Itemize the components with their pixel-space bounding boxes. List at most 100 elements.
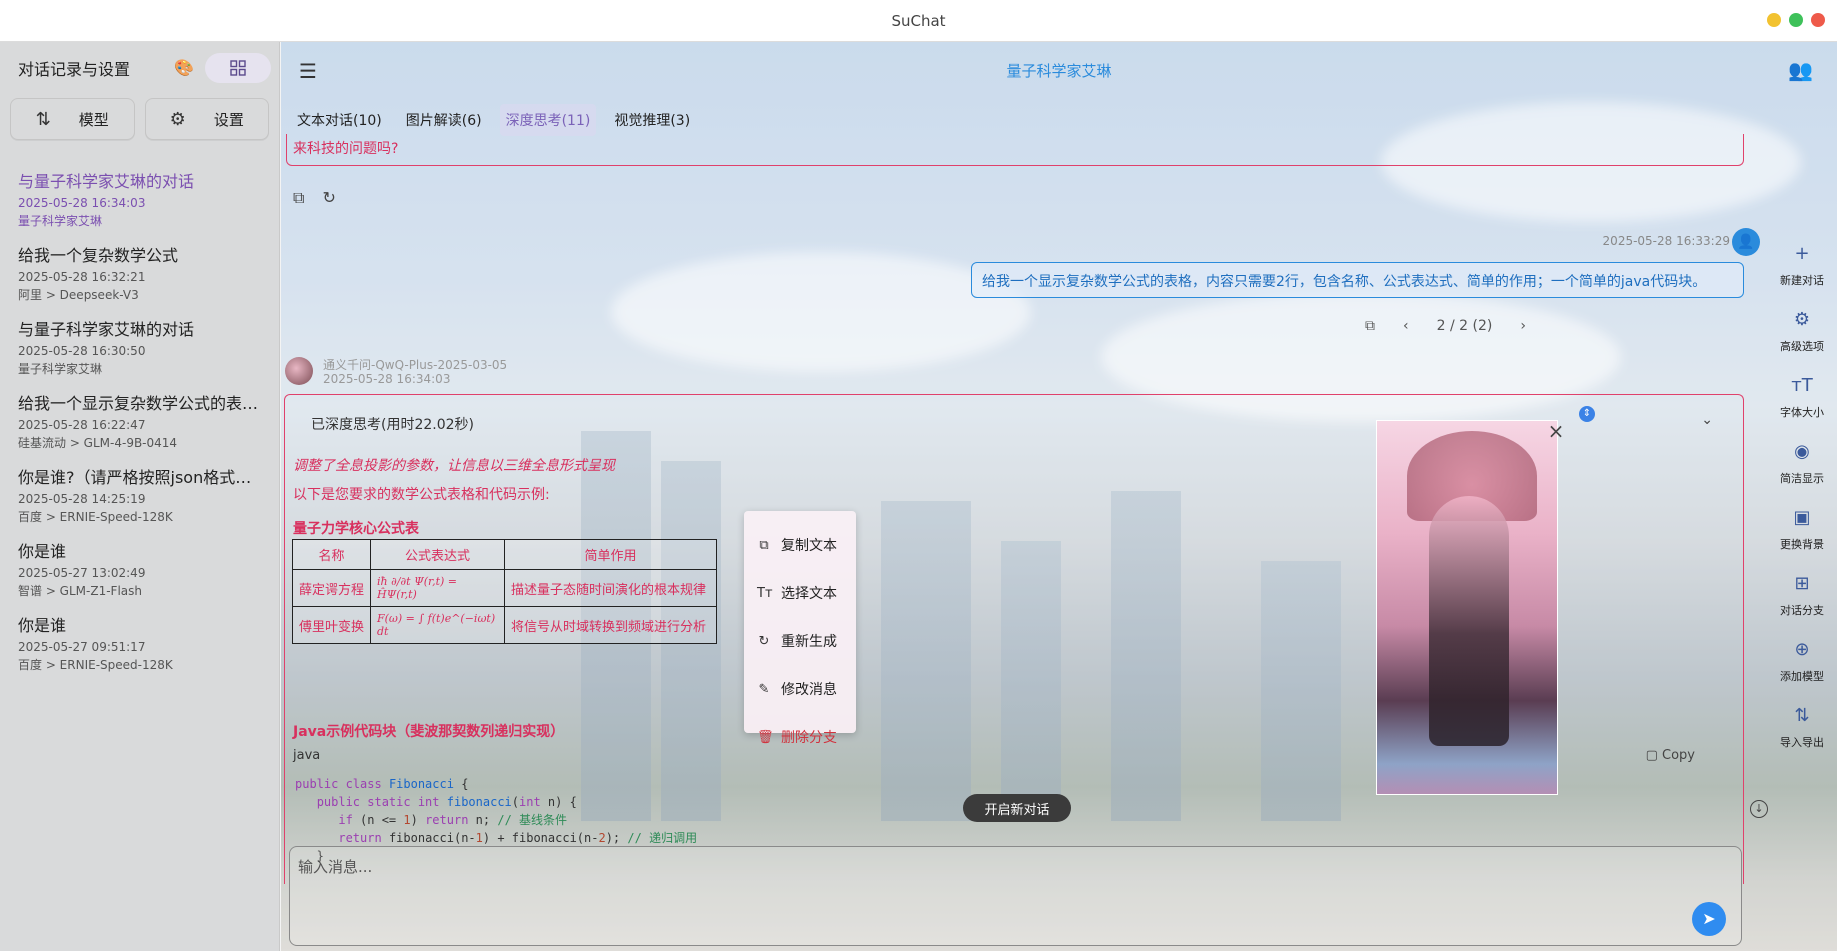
- rail-label: 高级选项: [1780, 340, 1824, 353]
- conversation-item[interactable]: 与量子科学家艾琳的对话 2025-05-28 16:34:03 量子科学家艾琳: [0, 160, 279, 234]
- conversation-time: 2025-05-27 13:02:49: [18, 566, 146, 580]
- conversation-model: 智谱 > GLM-Z1-Flash: [18, 584, 142, 598]
- send-button[interactable]: ➤: [1692, 902, 1726, 936]
- copy-code-label: Copy: [1662, 748, 1695, 763]
- rail-change-background[interactable]: ▣ 更换背景: [1770, 506, 1834, 572]
- grid-view-toggle[interactable]: [205, 53, 271, 83]
- resize-handle-icon[interactable]: ⇕: [1579, 406, 1595, 422]
- refresh-icon: ↻: [758, 633, 770, 649]
- conversation-item[interactable]: 你是谁 2025-05-27 09:51:17 百度 > ERNIE-Speed…: [0, 604, 279, 678]
- copy-icon: ⧉: [759, 537, 769, 553]
- import-export-icon: ⇅: [1794, 705, 1810, 726]
- user-message-bubble[interactable]: 给我一个显示复杂数学公式的表格，内容只需要2行，包含名称、公式表达式、简单的作用…: [971, 262, 1744, 298]
- rail-advanced-options[interactable]: ⚙ 高级选项: [1770, 308, 1834, 374]
- menu-item-regenerate[interactable]: ↻ 重新生成: [744, 617, 856, 665]
- code-section-title: Java示例代码块（斐波那契数列递归实现）: [293, 724, 565, 740]
- menu-item-label: 复制文本: [781, 538, 837, 554]
- settings-button[interactable]: ⚙ 设置: [144, 98, 269, 140]
- menu-item-label: 重新生成: [781, 634, 837, 650]
- conversation-model: 百度 > ERNIE-Speed-128K: [18, 658, 173, 672]
- conversation-item[interactable]: 与量子科学家艾琳的对话 2025-05-28 16:30:50 量子科学家艾琳: [0, 308, 279, 382]
- new-chat-button[interactable]: 开启新对话: [963, 794, 1071, 822]
- formula-table: 名称 公式表达式 简单作用 薛定谔方程 iħ ∂/∂t Ψ(r,t) = ĤΨ(…: [292, 539, 717, 644]
- close-icon[interactable]: ×: [1546, 421, 1566, 442]
- menu-item-select-text[interactable]: Tт 选择文本: [744, 569, 856, 617]
- conversation-item[interactable]: 你是谁 2025-05-27 13:02:49 智谱 > GLM-Z1-Flas…: [0, 530, 279, 604]
- chevron-right-icon[interactable]: ›: [1520, 318, 1526, 334]
- copy-icon[interactable]: ⧉: [293, 188, 304, 208]
- refresh-icon[interactable]: ↻: [322, 188, 335, 208]
- rail-import-export[interactable]: ⇅ 导入导出: [1770, 704, 1834, 770]
- table-header: 名称: [292, 539, 371, 570]
- sidebar: 对话记录与设置 🎨 ⇅ 模型 ⚙ 设置 与量子科学家艾琳的对话 2025-05-…: [0, 42, 280, 951]
- code-language: java: [293, 748, 321, 763]
- sort-icon: ⇅: [35, 108, 51, 130]
- table-header: 公式表达式: [370, 539, 505, 570]
- rail-new-chat[interactable]: + 新建对话: [1770, 242, 1834, 308]
- wallpaper-icon: ▣: [1793, 507, 1811, 528]
- rail-simple-display[interactable]: ◉ 简洁显示: [1770, 440, 1834, 506]
- conversation-time: 2025-05-28 16:22:47: [18, 418, 146, 432]
- people-icon[interactable]: 👥: [1788, 58, 1813, 82]
- formula-cell: F(ω) = ∫ f(t)e^(−iωt) dt: [370, 606, 505, 644]
- rail-font-size[interactable]: тT 字体大小: [1770, 374, 1834, 440]
- user-avatar: 👤: [1732, 228, 1760, 256]
- menu-item-edit-message[interactable]: ✎ 修改消息: [744, 665, 856, 713]
- chevron-down-icon[interactable]: ⌄: [1701, 412, 1713, 428]
- close-button[interactable]: [1811, 13, 1825, 27]
- conversation-title: 给我一个复杂数学公式: [18, 246, 179, 265]
- conversation-list: 与量子科学家艾琳的对话 2025-05-28 16:34:03 量子科学家艾琳 …: [0, 160, 279, 678]
- chat-topbar: ☰ 量子科学家艾琳 👥: [281, 42, 1837, 98]
- answer-intro: 以下是您要求的数学公式表格和代码示例:: [293, 487, 550, 503]
- copy-icon[interactable]: ⧉: [1365, 318, 1375, 334]
- thinking-header[interactable]: 已深度思考(用时22.02秒): [311, 414, 474, 434]
- mode-tabs: 文本对话(10) 图片解读(6) 深度思考(11) 视觉推理(3): [291, 104, 696, 136]
- menu-item-copy-text[interactable]: ⧉ 复制文本: [744, 521, 856, 569]
- scroll-down-icon[interactable]: ↓: [1750, 800, 1768, 818]
- tab-text-chat[interactable]: 文本对话(10): [291, 104, 388, 136]
- chevron-left-icon[interactable]: ‹: [1403, 318, 1409, 334]
- menu-item-label: 删除分支: [781, 730, 837, 746]
- window-controls: [1767, 13, 1825, 27]
- sidebar-header: 对话记录与设置 🎨: [0, 42, 279, 94]
- conversation-model: 硅基流动 > GLM-4-9B-0414: [18, 436, 178, 450]
- rail-label: 导入导出: [1780, 736, 1824, 749]
- menu-item-delete-branch[interactable]: 🗑 删除分支: [744, 713, 856, 761]
- floating-image-preview[interactable]: [1376, 420, 1558, 795]
- minimize-button[interactable]: [1767, 13, 1781, 27]
- conversation-item[interactable]: 给我一个复杂数学公式 2025-05-28 16:32:21 阿里 > Deep…: [0, 234, 279, 308]
- sidebar-title: 对话记录与设置: [18, 60, 131, 79]
- tab-visual-reasoning[interactable]: 视觉推理(3): [608, 104, 696, 136]
- clipboard-icon: ▢: [1645, 748, 1658, 763]
- message-input[interactable]: [298, 855, 1498, 879]
- tab-image-reading[interactable]: 图片解读(6): [400, 104, 488, 136]
- formula-cell: iħ ∂/∂t Ψ(r,t) = ĤΨ(r,t): [370, 569, 505, 607]
- plus-icon: +: [1794, 243, 1810, 264]
- menu-item-label: 修改消息: [781, 682, 837, 698]
- collapse-sidebar-icon[interactable]: ☰: [299, 59, 317, 83]
- conversation-title: 你是谁: [18, 616, 67, 635]
- trash-icon: 🗑: [757, 729, 774, 745]
- conversation-title: 你是谁?（请严格按照json格式回复...: [18, 468, 263, 487]
- models-button[interactable]: ⇅ 模型: [10, 98, 135, 140]
- conversation-item[interactable]: 给我一个显示复杂数学公式的表格... 2025-05-28 16:22:47 硅…: [0, 382, 279, 456]
- right-toolbar: + 新建对话 ⚙ 高级选项 тT 字体大小 ◉ 简洁显示 ▣ 更换背景 ⊞ 对话分支 ⊕ 添加…: [1770, 242, 1834, 770]
- menu-item-label: 选择文本: [781, 586, 837, 602]
- pencil-icon: ✎: [758, 681, 770, 697]
- thinking-text: 调整了全息投影的参数，让信息以三维全息形式呈现: [293, 458, 615, 474]
- font-size-icon: тT: [1791, 375, 1813, 396]
- palette-icon[interactable]: 🎨: [174, 58, 194, 78]
- rail-label: 字体大小: [1780, 406, 1824, 419]
- conversation-model: 量子科学家艾琳: [18, 362, 103, 376]
- conversation-item[interactable]: 你是谁?（请严格按照json格式回复... 2025-05-28 14:25:1…: [0, 456, 279, 530]
- rail-add-model[interactable]: ⊕ 添加模型: [1770, 638, 1834, 704]
- branch-indicator: 2 / 2 (2): [1436, 318, 1493, 334]
- copy-code-button[interactable]: ▢ Copy: [1646, 748, 1695, 763]
- bot-avatar: [285, 357, 313, 385]
- table-row: 薛定谔方程 iħ ∂/∂t Ψ(r,t) = ĤΨ(r,t) 描述量子态随时间演…: [292, 569, 717, 607]
- table-cell: 傅里叶变换: [292, 606, 371, 644]
- tab-deep-thinking[interactable]: 深度思考(11): [499, 104, 597, 136]
- maximize-button[interactable]: [1789, 13, 1803, 27]
- rail-label: 添加模型: [1780, 670, 1824, 683]
- rail-chat-branch[interactable]: ⊞ 对话分支: [1770, 572, 1834, 638]
